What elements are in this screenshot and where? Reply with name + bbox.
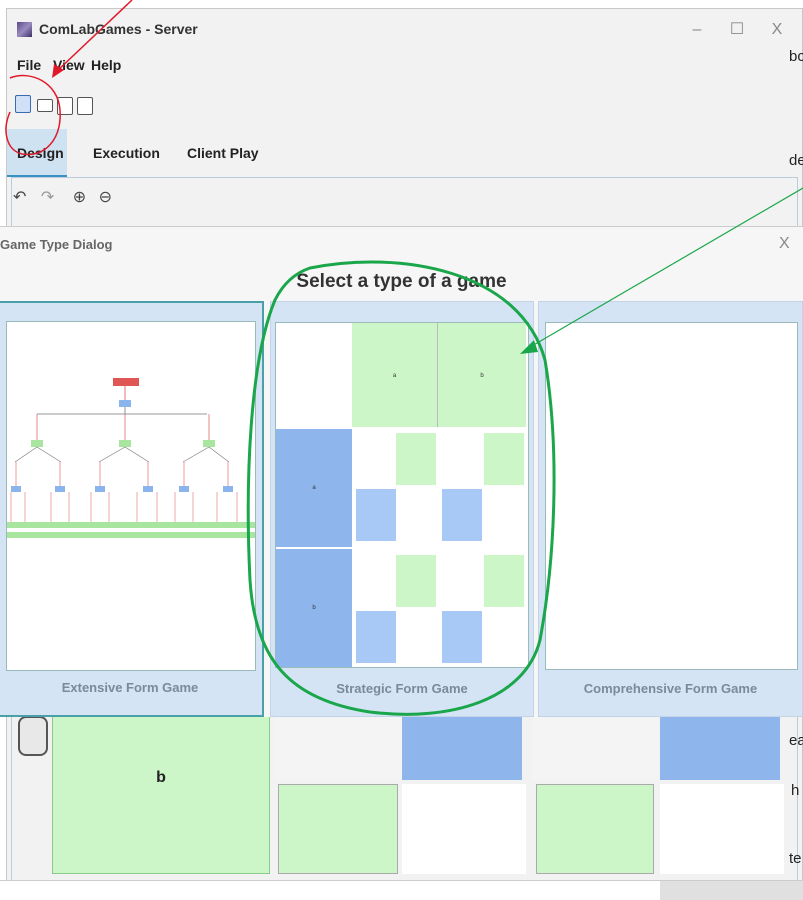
- open-folder-icon[interactable]: [37, 99, 53, 112]
- matrix-cell: [402, 784, 526, 874]
- background-text-fragment: de: [789, 152, 803, 169]
- matrix-cell: [660, 716, 780, 780]
- payoff-cell: [356, 489, 396, 541]
- payoff-cell: [484, 555, 524, 607]
- matrix-cell: [278, 784, 398, 874]
- matrix-cell: [402, 716, 522, 780]
- app-logo-icon: [17, 22, 32, 37]
- undo-icon[interactable]: ↶: [13, 189, 26, 206]
- menu-help[interactable]: Help: [91, 57, 121, 73]
- print-icon[interactable]: [57, 97, 73, 115]
- card-extensive-form-game[interactable]: Extensive Form Game: [0, 301, 264, 717]
- comprehensive-form-preview: [545, 322, 798, 670]
- background-text-fragment: ea: [789, 732, 803, 749]
- zoom-out-icon[interactable]: ⊖: [99, 189, 112, 206]
- redo-icon[interactable]: ↷: [41, 189, 54, 206]
- payoff-cell: [442, 489, 482, 541]
- column-label: a: [392, 373, 397, 379]
- zoom-toolbar: ↶ ↷ ⊕ ⊖: [13, 187, 112, 215]
- status-bar: [0, 880, 803, 900]
- row-label: b: [312, 605, 316, 611]
- payoff-cell: [484, 433, 524, 485]
- card-strategic-form-game[interactable]: a b a b Strategic Form Game: [270, 301, 534, 717]
- close-button[interactable]: X: [763, 17, 791, 43]
- maximize-button[interactable]: ☐: [723, 17, 751, 43]
- dialog-title: Game Type Dialog: [0, 237, 113, 252]
- tab-execution[interactable]: Execution: [93, 145, 160, 161]
- menu-view[interactable]: View: [53, 57, 85, 73]
- card-label: Strategic Form Game: [336, 681, 468, 696]
- matrix-cell: [274, 716, 402, 780]
- row-header-b: b: [52, 716, 270, 874]
- column-label: b: [480, 373, 484, 379]
- payoff-cell: [442, 611, 482, 663]
- window-title: ComLabGames - Server: [39, 21, 198, 37]
- payoff-cell: [356, 611, 396, 663]
- menu-file[interactable]: File: [17, 57, 41, 73]
- matrix-cell: [532, 716, 658, 780]
- background-text-fragment: te: [789, 850, 802, 867]
- zoom-in-icon[interactable]: ⊕: [73, 189, 86, 206]
- column-header-a: a: [352, 323, 438, 427]
- title-bar: ComLabGames - Server – ☐ X: [7, 9, 802, 51]
- tab-client-play[interactable]: Client Play: [187, 145, 259, 161]
- matrix-cell: [536, 784, 654, 874]
- player-toggle-button[interactable]: [18, 716, 48, 756]
- card-label: Extensive Form Game: [61, 680, 199, 695]
- extensive-form-preview: [6, 321, 256, 671]
- new-file-icon[interactable]: [15, 95, 31, 113]
- column-header-b: b: [438, 323, 526, 427]
- save-icon[interactable]: [77, 97, 93, 115]
- card-comprehensive-form-game[interactable]: Comprehensive Form Game: [538, 301, 803, 717]
- dialog-heading: Select a type of a game: [296, 271, 507, 292]
- payoff-cell: [396, 433, 436, 485]
- matrix-corner: [276, 323, 352, 427]
- background-text-fragment: bc: [789, 48, 803, 65]
- dialog-close-button[interactable]: X: [779, 235, 790, 253]
- game-tree-diagram: [7, 378, 255, 538]
- row-label: a: [312, 485, 316, 491]
- strategic-matrix-background: b: [18, 716, 789, 880]
- row-header-a: a: [276, 429, 352, 547]
- tab-bar: Design Execution Client Play: [7, 131, 802, 177]
- matrix-cell: [660, 784, 784, 874]
- payoff-cell: [396, 555, 436, 607]
- minimize-button[interactable]: –: [683, 17, 711, 43]
- status-panel: [660, 881, 803, 900]
- tab-design[interactable]: Design: [17, 145, 64, 161]
- row-header-b: b: [276, 549, 352, 667]
- row-header-label: b: [156, 769, 166, 786]
- background-text-fragment: h: [791, 782, 800, 799]
- strategic-form-preview: a b a b: [275, 322, 529, 668]
- card-label: Comprehensive Form Game: [583, 681, 758, 696]
- game-type-dialog: Game Type Dialog X Select a type of a ga…: [0, 226, 803, 717]
